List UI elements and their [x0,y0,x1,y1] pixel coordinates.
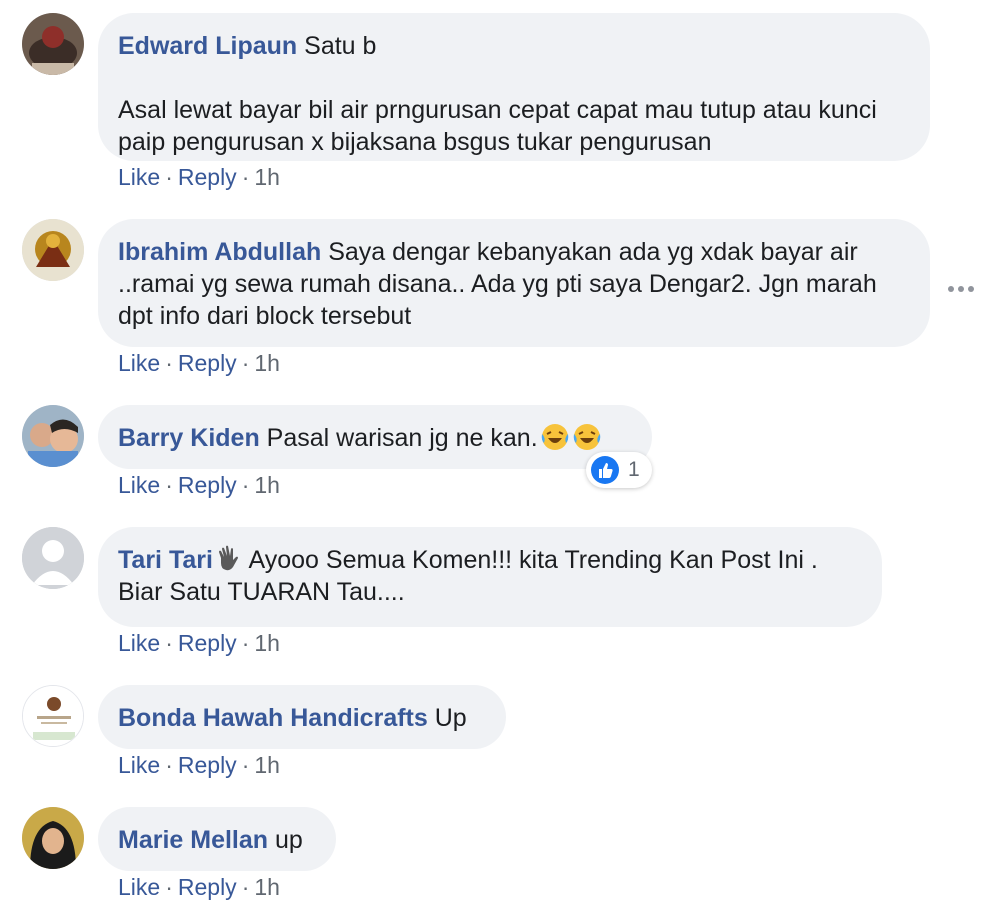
comment-bubble: Edward Lipaun Satu b Asal lewat bayar bi… [98,13,930,161]
separator: · [165,752,173,778]
reaction-count: 1 [628,458,640,481]
separator: · [165,874,173,900]
like-link[interactable]: Like [118,874,160,900]
avatar[interactable] [22,405,84,467]
comment-bubble: Marie Mellan up [98,807,336,871]
separator: · [241,164,250,190]
like-link[interactable]: Like [118,630,160,656]
comment-author[interactable]: Bonda Hawah Handicrafts [118,704,428,732]
reaction-count-badge[interactable]: 1 [586,452,652,488]
comment-bubble: Barry Kiden Pasal warisan jg ne kan. [98,405,652,469]
reply-link[interactable]: Reply [178,164,237,190]
laughing-tears-emoji [540,422,570,452]
comment-actions: Like · Reply · 1h [118,472,280,499]
laughing-tears-emoji [572,422,602,452]
avatar[interactable] [22,13,84,75]
comment-author[interactable]: Marie Mellan [118,826,268,854]
timestamp[interactable]: 1h [254,164,280,190]
comment-actions: Like · Reply · 1h [118,874,280,901]
reply-link[interactable]: Reply [178,874,237,900]
comment-author[interactable]: Edward Lipaun [118,32,297,60]
separator: · [165,630,173,656]
separator: · [165,350,173,376]
comment-bubble: Tari Tari Ayooo Semua Komen!!! kita Tren… [98,527,882,627]
comment-actions: Like · Reply · 1h [118,630,280,657]
like-thumb-icon [590,455,620,485]
like-link[interactable]: Like [118,752,160,778]
separator: · [241,874,250,900]
separator: · [165,472,173,498]
avatar[interactable] [22,219,84,281]
comment-actions: Like · Reply · 1h [118,752,280,779]
comment-author[interactable]: Ibrahim Abdullah [118,238,321,266]
avatar[interactable] [22,527,84,589]
like-link[interactable]: Like [118,472,160,498]
separator: · [241,752,250,778]
avatar[interactable] [22,685,84,747]
comment-text: up [275,826,303,854]
reply-link[interactable]: Reply [178,472,237,498]
reply-link[interactable]: Reply [178,630,237,656]
comment-text: Pasal warisan jg ne kan. [266,424,538,452]
separator: · [241,350,250,376]
reply-link[interactable]: Reply [178,350,237,376]
like-link[interactable]: Like [118,164,160,190]
timestamp[interactable]: 1h [254,752,280,778]
separator: · [241,630,250,656]
timestamp[interactable]: 1h [254,350,280,376]
timestamp[interactable]: 1h [254,472,280,498]
comment-bubble: Bonda Hawah Handicrafts Up [98,685,506,749]
separator: · [241,472,250,498]
avatar[interactable] [22,807,84,869]
comment-actions: Like · Reply · 1h [118,164,280,191]
separator: · [165,164,173,190]
comment-text: Up [434,704,467,732]
timestamp[interactable]: 1h [254,874,280,900]
like-link[interactable]: Like [118,350,160,376]
reply-link[interactable]: Reply [178,752,237,778]
more-horizontal-icon[interactable] [948,283,976,295]
comment-actions: Like · Reply · 1h [118,350,280,377]
waving-hand-icon [215,544,241,572]
comment-author[interactable]: Tari Tari [118,546,213,574]
comment-author[interactable]: Barry Kiden [118,424,260,452]
comment-bubble: Ibrahim Abdullah Saya dengar kebanyakan … [98,219,930,347]
timestamp[interactable]: 1h [254,630,280,656]
